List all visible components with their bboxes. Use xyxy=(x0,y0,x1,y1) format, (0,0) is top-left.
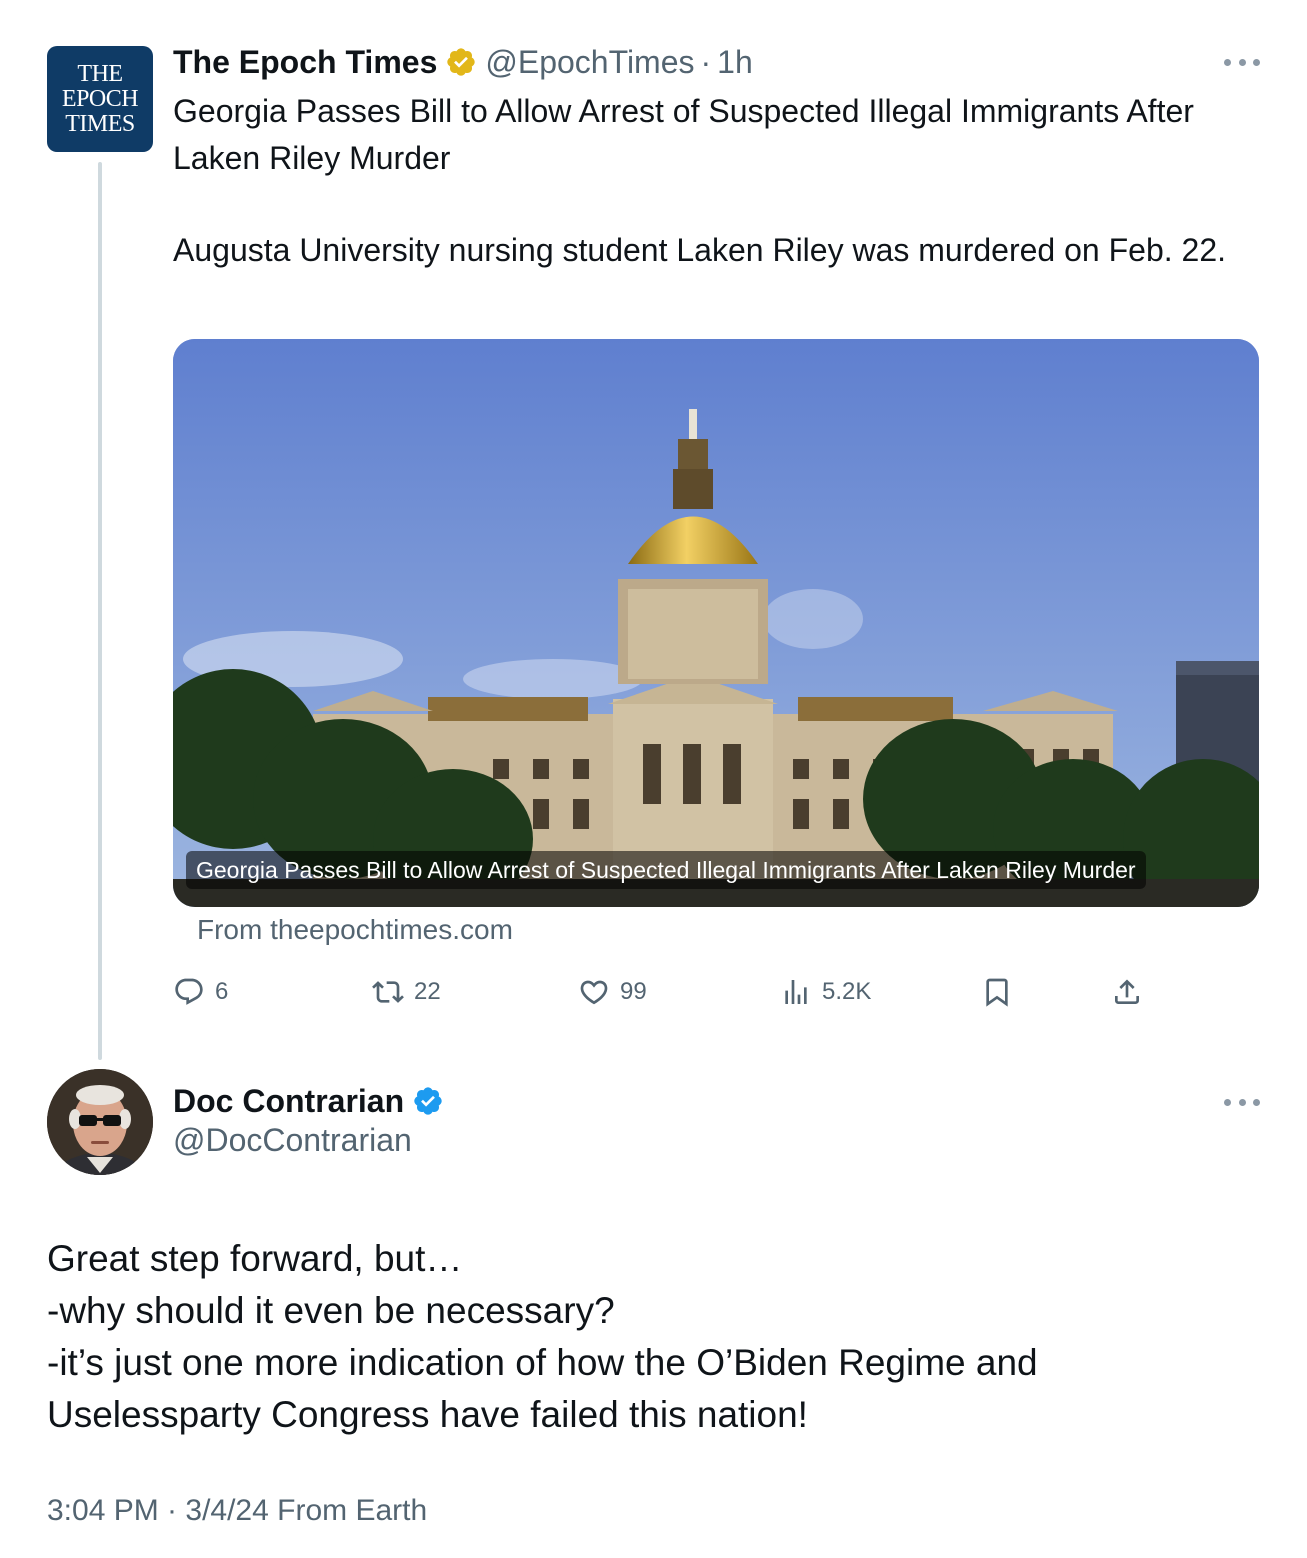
link-card-source[interactable]: From theepochtimes.com xyxy=(197,914,513,946)
reply-text-line: -it’s just one more indication of how th… xyxy=(47,1342,1038,1383)
portrait-image xyxy=(47,1069,153,1175)
repost-button[interactable]: 22 xyxy=(372,968,441,1016)
reply-text-line: -why should it even be necessary? xyxy=(47,1290,615,1331)
more-options-icon[interactable] xyxy=(1224,52,1260,72)
reply-text: Great step forward, but… -why should it … xyxy=(47,1233,1247,1441)
epoch-times-avatar[interactable]: THE EPOCH TIMES xyxy=(47,46,153,152)
quoted-tweet[interactable]: THE EPOCH TIMES The Epoch Times @EpochTi… xyxy=(0,0,1307,1060)
reply-button[interactable]: 6 xyxy=(173,968,228,1016)
share-icon xyxy=(1115,979,1139,1004)
analytics-icon xyxy=(785,980,807,1004)
views-button[interactable]: 5.2K xyxy=(780,968,871,1016)
reply-author-handle[interactable]: @DocContrarian xyxy=(173,1122,412,1159)
more-options-icon[interactable] xyxy=(1224,1092,1260,1112)
gold-check-icon[interactable] xyxy=(445,46,477,78)
avatar-logo-line-2: EPOCH xyxy=(61,85,139,112)
views-count: 5.2K xyxy=(822,978,872,1005)
reply-text-line: Great step forward, but… xyxy=(47,1238,463,1279)
tweet-text-line: Georgia Passes Bill to Allow Arrest of S… xyxy=(173,93,1194,176)
doc-contrarian-avatar[interactable] xyxy=(47,1069,153,1175)
thread-connector-line xyxy=(98,162,102,1060)
tweet-actions-bar: 6 22 99 5.2K xyxy=(0,968,1307,1016)
avatar-logo-line-3: TIMES xyxy=(65,110,135,137)
heart-icon xyxy=(580,980,608,1005)
avatar-logo-line-1: THE xyxy=(77,60,123,87)
tweet-time[interactable]: 1h xyxy=(717,44,753,81)
reply-author-row: Doc Contrarian xyxy=(173,1078,444,1124)
tweet-header: The Epoch Times @EpochTimes · 1h xyxy=(173,40,753,84)
repost-icon xyxy=(372,981,404,1003)
link-card-caption: Georgia Passes Bill to Allow Arrest of S… xyxy=(186,851,1146,889)
share-button[interactable] xyxy=(1111,968,1143,1016)
like-count: 99 xyxy=(620,978,647,1005)
reply-author-name[interactable]: Doc Contrarian xyxy=(173,1083,404,1120)
bookmark-icon xyxy=(986,978,1008,1007)
tweet-text: Georgia Passes Bill to Allow Arrest of S… xyxy=(173,88,1273,274)
capitol-building-image xyxy=(173,339,1259,907)
repost-count: 22 xyxy=(414,978,441,1005)
reply-timestamp[interactable]: 3:04 PM · 3/4/24 From Earth xyxy=(47,1494,427,1528)
blue-check-icon[interactable] xyxy=(412,1085,444,1117)
separator-dot: · xyxy=(700,43,712,80)
reply-count: 6 xyxy=(215,978,229,1005)
author-handle[interactable]: @EpochTimes xyxy=(485,44,694,81)
author-name[interactable]: The Epoch Times xyxy=(173,44,437,81)
tweet-text-line: Augusta University nursing student Laken… xyxy=(173,232,1226,268)
reply-icon xyxy=(175,978,203,1005)
like-button[interactable]: 99 xyxy=(578,968,647,1016)
bookmark-button[interactable] xyxy=(981,968,1013,1016)
reply-text-line: Uselessparty Congress have failed this n… xyxy=(47,1394,808,1435)
link-card[interactable]: Georgia Passes Bill to Allow Arrest of S… xyxy=(173,339,1259,907)
